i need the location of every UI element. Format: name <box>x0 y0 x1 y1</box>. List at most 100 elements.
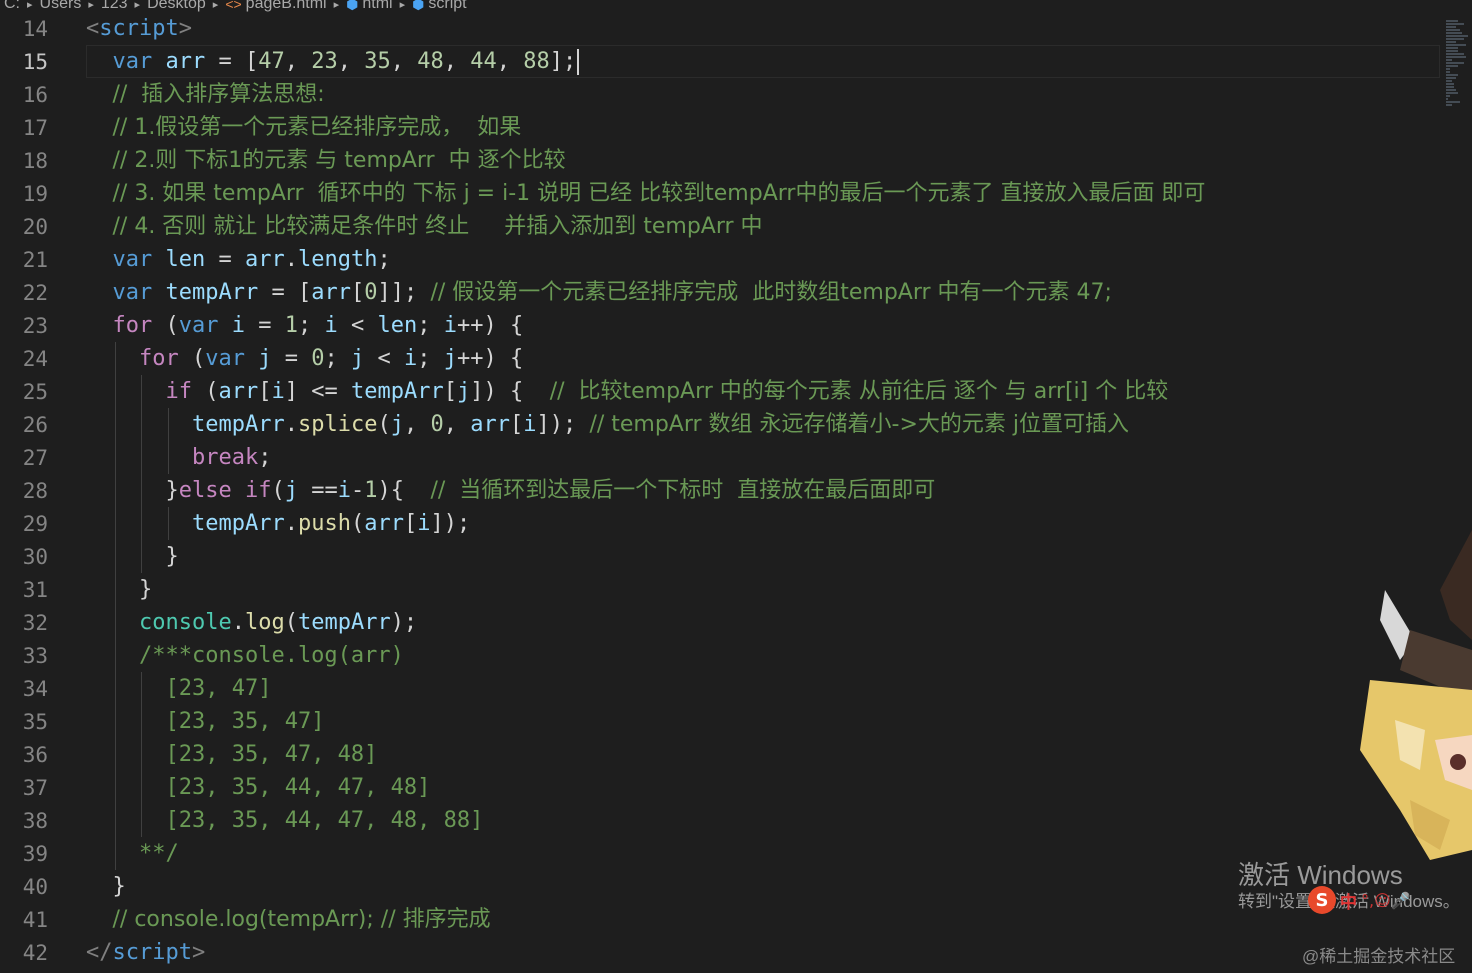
code-text[interactable]: [23, 35, 44, 47, 48, 88] <box>166 804 484 837</box>
code-text[interactable]: var arr = [47, 23, 35, 48, 44, 88]; <box>113 45 580 78</box>
code-token: } <box>165 544 179 569</box>
code-line[interactable]: 26 tempArr.splice(j, 0, arr[i]); // tempA… <box>0 408 1440 441</box>
code-token: length <box>298 247 378 272</box>
code-line[interactable]: 22 var tempArr = [arr[0]]; // 假设第一个元素已经排序… <box>0 276 1440 309</box>
code-line[interactable]: 34 [23, 47] <box>0 672 1440 705</box>
code-token: < <box>86 16 100 41</box>
code-line[interactable]: 17 // 1.假设第一个元素已经排序完成， 如果 <box>0 111 1440 144</box>
code-line[interactable]: 35 [23, 35, 47] <box>0 705 1440 738</box>
code-line[interactable]: 37 [23, 35, 44, 47, 48] <box>0 771 1440 804</box>
code-line[interactable]: 32 console.log(tempArr); <box>0 606 1440 639</box>
code-token: [ <box>403 511 418 536</box>
code-token: // 4. 否则 就让 比较满足条件时 终止 并插入添加到 tempArr 中 <box>112 214 763 239</box>
code-token: ( <box>377 412 391 437</box>
code-text[interactable]: var tempArr = [arr[0]]; // 假设第一个元素已经排序完成… <box>113 276 1112 309</box>
indent-guide <box>114 408 116 441</box>
code-text[interactable]: console.log(tempArr); <box>139 606 417 639</box>
code-text[interactable]: for (var j = 0; j < i; j++) { <box>139 342 523 375</box>
code-text[interactable]: } <box>139 573 152 606</box>
breadcrumb-item-html[interactable]: html <box>358 0 396 12</box>
code-line[interactable]: 36 [23, 35, 47, 48] <box>0 738 1440 771</box>
code-token: ] <= <box>284 379 351 404</box>
code-text[interactable]: } <box>166 540 179 573</box>
code-token: j <box>284 478 298 503</box>
breadcrumb-item-drive[interactable]: C: <box>0 0 24 12</box>
element-icon: ⬢ <box>412 0 425 12</box>
code-line[interactable]: 23 for (var i = 1; i < len; i++) { <box>0 309 1440 342</box>
code-token: [ <box>509 412 524 437</box>
code-token: arr <box>245 247 285 272</box>
code-token: var <box>112 280 153 305</box>
code-token: j <box>351 346 365 371</box>
breadcrumb-item-script[interactable]: script <box>424 0 470 12</box>
minimap-line <box>1446 62 1464 64</box>
code-token: tempArr <box>350 379 444 404</box>
code-text[interactable]: </script> <box>86 936 205 969</box>
code-line[interactable]: 25 if (arr[i] <= tempArr[j]) { // 比较tempA… <box>0 375 1440 408</box>
code-text[interactable]: if (arr[i] <= tempArr[j]) { // 比较tempArr… <box>166 375 1169 408</box>
breadcrumb-item-user[interactable]: 123 <box>97 0 132 12</box>
code-text[interactable]: <script> <box>86 12 192 45</box>
code-text[interactable]: // 1.假设第一个元素已经排序完成， 如果 <box>113 111 522 144</box>
code-text[interactable]: // console.log(tempArr); // 排序完成 <box>113 903 491 936</box>
line-number: 15 <box>22 49 48 74</box>
code-line[interactable]: 42 </script> <box>0 936 1440 969</box>
minimap[interactable] <box>1440 12 1472 112</box>
code-token: splice <box>297 412 378 437</box>
ime-toolbar[interactable]: S 中 °,☺🎤 <box>1308 886 1472 914</box>
code-token: ( <box>271 478 285 503</box>
code-line[interactable]: 14 <script> <box>0 12 1440 45</box>
code-line[interactable]: 38 [23, 35, 44, 47, 48, 88] <box>0 804 1440 837</box>
code-line[interactable]: 27 break; <box>0 441 1440 474</box>
code-text[interactable]: [23, 35, 44, 47, 48] <box>166 771 431 804</box>
code-line[interactable]: 31} <box>0 573 1440 606</box>
code-line[interactable]: 18 // 2.则 下标1的元素 与 tempArr 中 逐个比较 <box>0 144 1440 177</box>
code-text[interactable]: **/ <box>139 837 179 870</box>
code-line[interactable]: 41 // console.log(tempArr); // 排序完成 <box>0 903 1440 936</box>
code-text[interactable]: tempArr.push(arr[i]); <box>192 507 470 540</box>
code-text[interactable]: /***console.log(arr) <box>139 639 404 672</box>
code-token: // 比较tempArr 中的每个元素 从前往后 逐个 与 arr[i] 个 比… <box>549 379 1169 404</box>
breadcrumb-item-desktop[interactable]: Desktop <box>143 0 210 12</box>
code-text[interactable]: for (var i = 1; i < len; i++) { <box>113 309 524 342</box>
code-line[interactable]: 16 // 插入排序算法思想: <box>0 78 1440 111</box>
code-text[interactable]: // 4. 否则 就让 比较满足条件时 终止 并插入添加到 tempArr 中 <box>113 210 763 243</box>
ime-mode-toggle[interactable]: 中 <box>1340 888 1357 913</box>
code-line[interactable]: 15 var arr = [47, 23, 35, 48, 44, 88]; <box>0 45 1440 78</box>
code-text[interactable]: [23, 47] <box>166 672 272 705</box>
sogou-logo-icon[interactable]: S <box>1308 886 1336 914</box>
breadcrumb-item-users[interactable]: Users <box>36 0 86 12</box>
code-line[interactable]: 24 for (var j = 0; j < i; j++) { <box>0 342 1440 375</box>
indent-guide <box>114 639 116 672</box>
code-editor[interactable]: 14 <script> 15 var arr = [47, 23, 35, 48, 4… <box>0 12 1440 973</box>
code-line[interactable]: 28}else if(j ==i-1){ // 当循环到达最后一个下标时 直接放… <box>0 474 1440 507</box>
code-line[interactable]: 21 var len = arr.length; <box>0 243 1440 276</box>
code-line[interactable]: 40} <box>0 870 1440 903</box>
code-line[interactable]: 19 // 3. 如果 tempArr 循环中的 下标 j = i-1 说明 已经… <box>0 177 1440 210</box>
code-line[interactable]: 33 /***console.log(arr) <box>0 639 1440 672</box>
code-token: else <box>178 478 232 503</box>
ime-tools[interactable]: °,☺🎤 <box>1361 891 1411 910</box>
code-text[interactable]: tempArr.splice(j, 0, arr[i]); // tempArr… <box>192 408 1129 441</box>
minimap-line <box>1446 92 1458 94</box>
code-text[interactable]: // 3. 如果 tempArr 循环中的 下标 j = i-1 说明 已经 比… <box>113 177 1206 210</box>
indent-guide <box>114 474 116 507</box>
code-text[interactable]: } <box>113 870 126 903</box>
code-text[interactable]: [23, 35, 47] <box>166 705 325 738</box>
code-token: ( <box>350 511 365 536</box>
indent-guide <box>114 540 116 573</box>
code-line[interactable]: 29 tempArr.push(arr[i]); <box>0 507 1440 540</box>
code-text[interactable]: }else if(j ==i-1){ // 当循环到达最后一个下标时 直接放在最… <box>166 474 936 507</box>
breadcrumb-item-file[interactable]: pageB.html <box>242 0 331 12</box>
code-text[interactable]: // 2.则 下标1的元素 与 tempArr 中 逐个比较 <box>113 144 566 177</box>
code-token: , <box>284 49 312 74</box>
code-text[interactable]: [23, 35, 47, 48] <box>166 738 378 771</box>
code-line[interactable]: 30} <box>0 540 1440 573</box>
code-text[interactable]: var len = arr.length; <box>113 243 391 276</box>
code-line[interactable]: 39 **/ <box>0 837 1440 870</box>
code-token: arr <box>218 379 259 404</box>
code-text[interactable]: // 插入排序算法思想: <box>113 78 325 111</box>
code-token: ]); <box>430 511 471 536</box>
code-text[interactable]: break; <box>192 441 271 474</box>
code-line[interactable]: 20 // 4. 否则 就让 比较满足条件时 终止 并插入添加到 tempArr … <box>0 210 1440 243</box>
